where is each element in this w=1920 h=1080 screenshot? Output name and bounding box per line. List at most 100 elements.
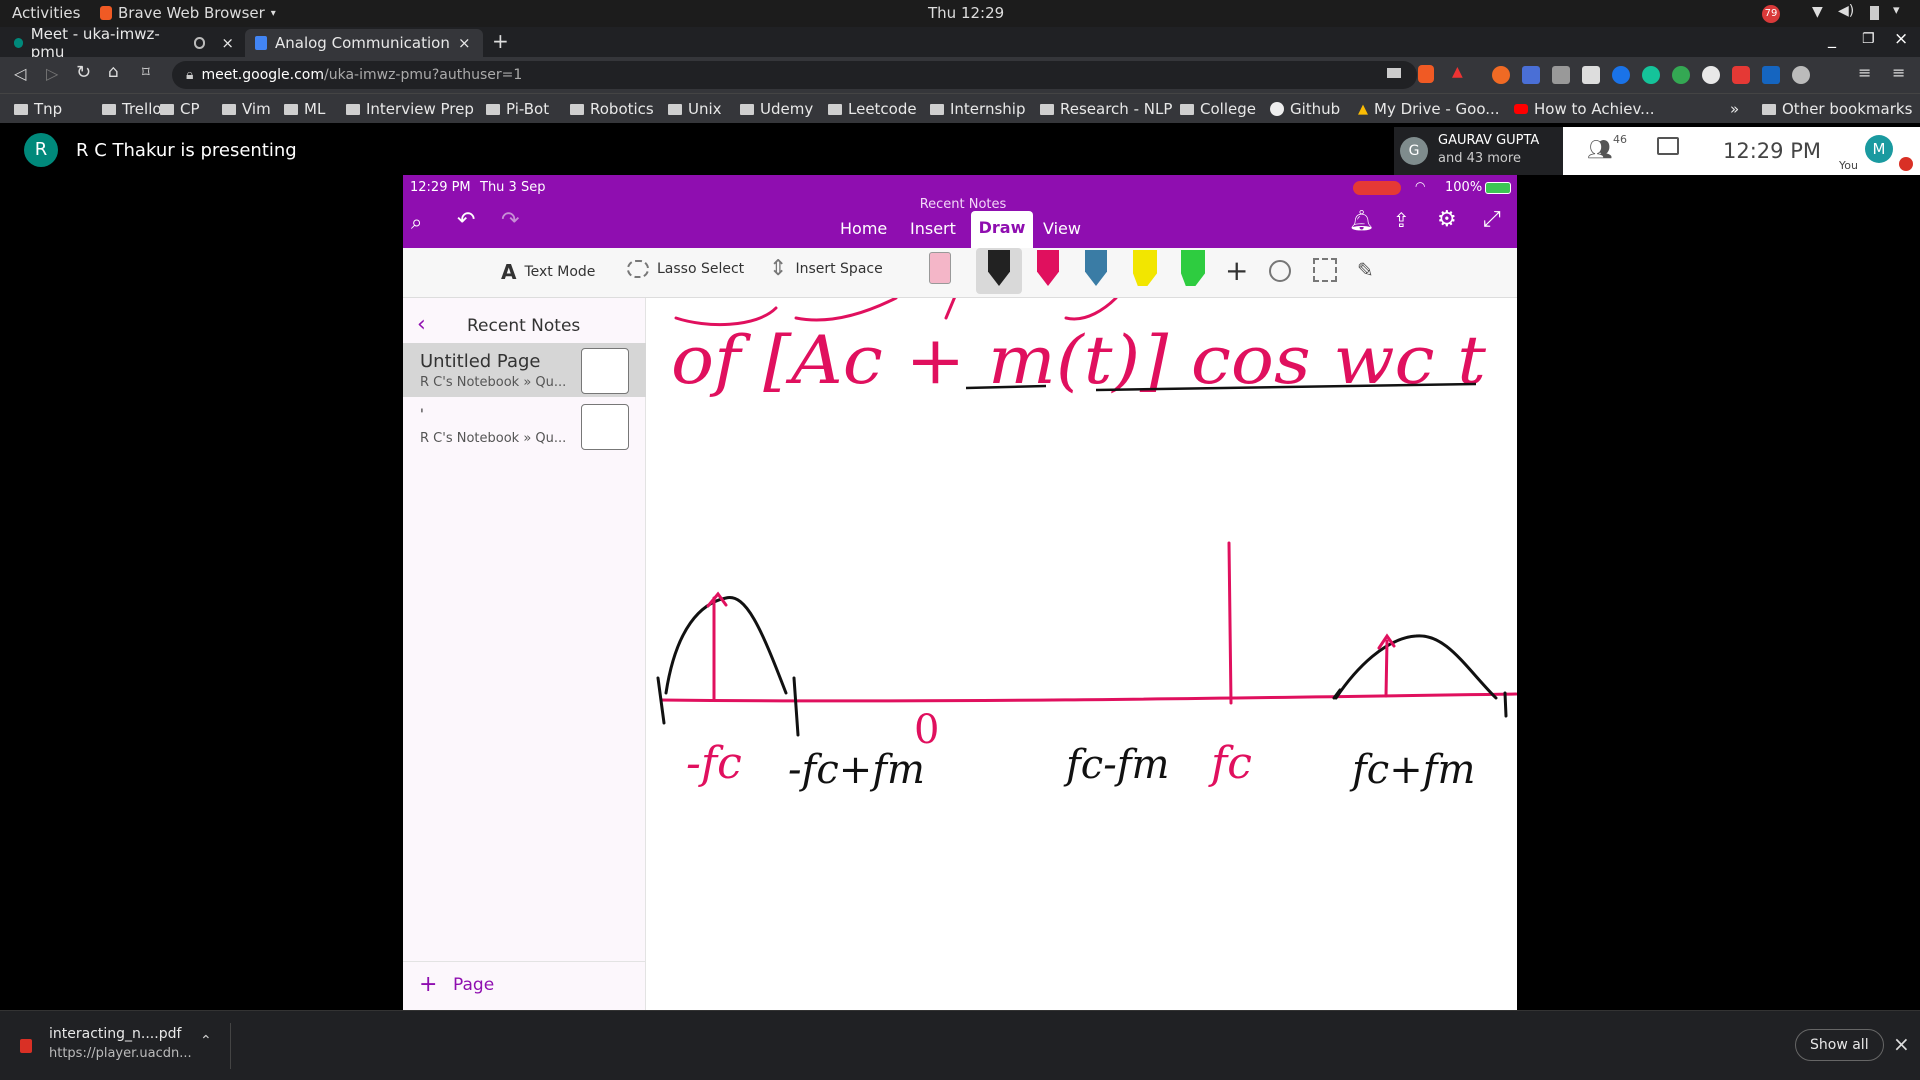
shapes-icon[interactable] xyxy=(1269,260,1291,282)
tab-analog[interactable]: Analog Communication Sy × xyxy=(245,29,483,57)
bookmarks-overflow[interactable]: » xyxy=(1730,100,1739,118)
bookmark-folder[interactable]: Research - NLP xyxy=(1040,100,1172,118)
power-menu-icon[interactable]: ▾ xyxy=(1893,3,1900,18)
extension-icon[interactable] xyxy=(1732,66,1750,84)
bookmark-label: College xyxy=(1200,100,1256,118)
undo-icon[interactable]: ↶ xyxy=(457,208,475,233)
lasso-select-button[interactable]: Lasso Select xyxy=(627,260,744,278)
bookmark-folder[interactable]: Unix xyxy=(668,100,722,118)
brave-shields-icon[interactable] xyxy=(1418,65,1434,83)
bookmark-folder[interactable]: Udemy xyxy=(740,100,813,118)
extension-icon[interactable] xyxy=(1552,66,1570,84)
bookmark-folder[interactable]: Leetcode xyxy=(828,100,917,118)
note-canvas[interactable]: of [Ac + m(t)] cos wc t -fc -fc+fm 0 fc-… xyxy=(646,298,1517,1010)
minimize-icon[interactable]: _ xyxy=(1828,29,1836,48)
highlighter-yellow-icon[interactable] xyxy=(1133,250,1157,286)
activities-button[interactable]: Activities xyxy=(12,4,80,22)
extension-icon[interactable] xyxy=(1762,66,1780,84)
window-close-icon[interactable]: × xyxy=(1894,29,1908,49)
bookmark-folder[interactable]: College xyxy=(1180,100,1256,118)
bookmark-folder[interactable]: Robotics xyxy=(570,100,654,118)
eraser-icon[interactable] xyxy=(929,252,951,284)
share-icon[interactable]: ⇪ xyxy=(1393,208,1410,232)
media-icon[interactable]: ≡ xyxy=(1858,63,1871,82)
download-url: https://player.uacdn... xyxy=(49,1046,192,1061)
people-icon[interactable]: 👥︎ xyxy=(1587,137,1612,161)
highlighter-green-icon[interactable] xyxy=(1181,250,1205,286)
back-icon[interactable]: ◁ xyxy=(14,64,26,83)
bookmark-folder[interactable]: CP xyxy=(160,100,200,118)
drive-icon: ▲ xyxy=(1358,101,1368,117)
close-icon[interactable]: × xyxy=(458,34,471,52)
tab-draw[interactable]: Draw xyxy=(971,211,1033,248)
pen-pink-icon[interactable] xyxy=(1037,250,1059,286)
add-pen-icon[interactable]: + xyxy=(1225,254,1248,287)
bookmark-folder-other[interactable]: Other bookmarks xyxy=(1762,100,1912,118)
volume-icon[interactable]: ◀) xyxy=(1838,3,1854,19)
chat-icon[interactable] xyxy=(1657,137,1679,155)
app-menu[interactable]: Brave Web Browser ▾ xyxy=(100,4,276,22)
extension-icon[interactable] xyxy=(1492,66,1510,84)
extension-icon[interactable] xyxy=(1702,66,1720,84)
extension-icon[interactable] xyxy=(1582,66,1600,84)
new-tab-button[interactable]: + xyxy=(492,29,509,53)
bookmark-folder[interactable]: Tnp xyxy=(14,100,62,118)
bookmark-folder[interactable]: Trello xyxy=(102,100,162,118)
bookmark-folder[interactable]: Interview Prep xyxy=(346,100,474,118)
insert-space-button[interactable]: ⇕ Insert Space xyxy=(769,256,883,281)
pen-blue-icon[interactable] xyxy=(1085,250,1107,286)
close-downloads-icon[interactable]: × xyxy=(1893,1032,1910,1056)
back-chevron-icon[interactable]: ‹ xyxy=(417,312,426,337)
extension-icon[interactable] xyxy=(1642,66,1660,84)
bookmark-folder[interactable]: Vim xyxy=(222,100,271,118)
tab-view[interactable]: View xyxy=(1043,219,1081,238)
settings-icon[interactable]: ⚙ xyxy=(1437,207,1457,232)
wifi-icon[interactable]: ▼ xyxy=(1812,4,1823,20)
download-item[interactable]: interacting_n....pdf https://player.uacd… xyxy=(16,1023,231,1069)
tab-label: Analog Communication Sy xyxy=(275,34,450,52)
search-icon[interactable]: ⌕ xyxy=(411,210,422,234)
bookmark-folder[interactable]: ML xyxy=(284,100,325,118)
close-icon[interactable]: × xyxy=(221,34,234,52)
reload-icon[interactable]: ↻ xyxy=(76,62,91,83)
menu-icon[interactable]: ≡ xyxy=(1892,63,1905,82)
bookmark-drive[interactable]: ▲ My Drive - Goo... xyxy=(1358,100,1500,118)
page-item-selected[interactable]: Untitled Page R C's Notebook » Qu... xyxy=(403,343,646,397)
extension-icon[interactable] xyxy=(1612,66,1630,84)
ink-to-shape-icon[interactable] xyxy=(1313,258,1337,282)
tab-meet[interactable]: Meet - uka-imwz-pmu × xyxy=(4,25,244,61)
self-label: You xyxy=(1839,159,1858,172)
forward-icon[interactable]: ▷ xyxy=(46,64,58,83)
extension-icon[interactable] xyxy=(1522,66,1540,84)
bookmark-folder[interactable]: Pi-Bot xyxy=(486,100,549,118)
address-host: meet.google.com xyxy=(201,67,325,83)
notification-badge[interactable]: 79 xyxy=(1762,5,1780,23)
page-item[interactable]: ' R C's Notebook » Qu... xyxy=(403,399,646,453)
self-avatar[interactable]: M xyxy=(1865,135,1893,163)
bookmark-youtube[interactable]: How to Achiev... xyxy=(1514,100,1654,118)
chevron-up-icon[interactable]: ⌃ xyxy=(200,1033,212,1049)
expand-icon[interactable]: ⤢ xyxy=(1483,207,1501,232)
bookmark-folder[interactable]: Internship xyxy=(930,100,1025,118)
home-icon[interactable]: ⌂ xyxy=(108,62,119,82)
bell-icon[interactable]: 🔔︎ xyxy=(1349,208,1374,232)
bookmark-github[interactable]: Github xyxy=(1270,100,1340,118)
system-clock[interactable]: Thu 12:29 xyxy=(928,4,1004,22)
battery-icon[interactable] xyxy=(1870,6,1879,20)
address-input[interactable]: 🔒︎ meet.google.com/uka-imwz-pmu?authuser=… xyxy=(172,61,1417,89)
add-page-button[interactable]: + Page xyxy=(403,961,646,1010)
brave-rewards-icon[interactable]: ▲ xyxy=(1452,64,1463,80)
tab-home[interactable]: Home xyxy=(840,219,887,238)
view-only-icon[interactable]: ✎ xyxy=(1357,258,1374,282)
text-mode-button[interactable]: A Text Mode xyxy=(501,260,595,284)
restore-icon[interactable]: ❐ xyxy=(1862,31,1875,47)
show-all-button[interactable]: Show all xyxy=(1795,1029,1884,1061)
redo-icon[interactable]: ↷ xyxy=(501,208,519,233)
extension-icon[interactable] xyxy=(1792,66,1810,84)
tab-insert[interactable]: Insert xyxy=(910,219,956,238)
bookmark-icon[interactable]: ⌑ xyxy=(142,63,150,81)
participants-chip[interactable]: G GAURAV GUPTA and 43 more xyxy=(1394,127,1564,175)
camera-icon[interactable] xyxy=(1387,68,1401,78)
os-top-bar: Activities Brave Web Browser ▾ Thu 12:29… xyxy=(0,0,1920,27)
extension-icon[interactable] xyxy=(1672,66,1690,84)
